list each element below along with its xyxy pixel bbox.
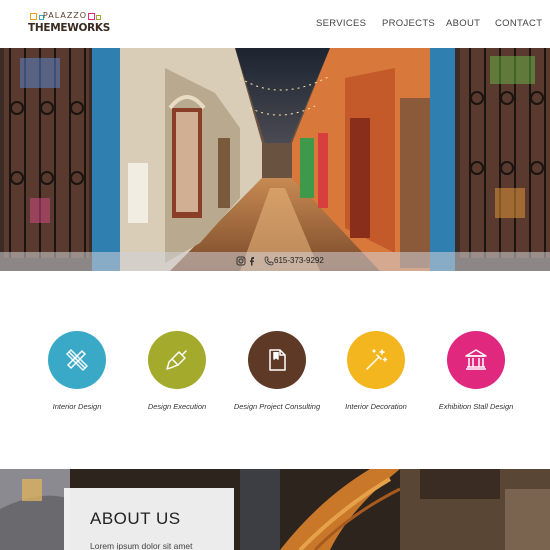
service-circle[interactable] [347, 331, 405, 389]
museum-icon [465, 349, 487, 370]
service-interior-design[interactable]: Interior Design [22, 331, 132, 421]
hero-corridor-illustration [0, 48, 550, 271]
about-text: Lorem ipsum dolor sit amet [90, 541, 193, 550]
service-circle[interactable] [48, 331, 106, 389]
logo-square-icon [88, 13, 95, 20]
site-header: PALAZZO THEMEWORKS SERVICES PROJECTS ABO… [0, 0, 550, 48]
service-circle[interactable] [148, 331, 206, 389]
service-label: Interior Design [52, 402, 102, 411]
pencil-ruler-icon [65, 348, 89, 372]
service-design-project-consulting[interactable]: Design Project Consulting [222, 331, 332, 421]
nav-contact[interactable]: CONTACT [495, 17, 542, 31]
service-circle[interactable] [447, 331, 505, 389]
service-exhibition-stall-design[interactable]: Exhibition Stall Design [421, 331, 531, 421]
service-circle[interactable] [248, 331, 306, 389]
logo-main-text: THEMEWORKS [28, 22, 111, 34]
nav-projects[interactable]: PROJECTS [382, 17, 435, 31]
facebook-icon[interactable] [249, 256, 255, 266]
service-interior-decoration[interactable]: Interior Decoration [321, 331, 431, 421]
service-design-execution[interactable]: Design Execution [122, 331, 232, 421]
nav-services[interactable]: SERVICES [316, 17, 366, 31]
service-label: Design Project Consulting [233, 402, 321, 411]
nav-about[interactable]: ABOUT [446, 17, 480, 31]
instagram-icon[interactable] [236, 256, 246, 266]
service-label: Interior Decoration [345, 402, 407, 411]
document-icon [269, 349, 286, 371]
hero-image [0, 48, 550, 271]
service-label: Design Execution [147, 402, 207, 411]
paint-brush-icon [166, 350, 187, 370]
magic-wand-icon [366, 349, 388, 370]
logo-square-icon [96, 15, 101, 20]
phone-number[interactable]: 615-373-9292 [274, 256, 324, 266]
phone-icon [264, 256, 274, 266]
service-label: Exhibition Stall Design [438, 402, 514, 411]
about-title: ABOUT US [90, 509, 181, 528]
logo[interactable]: PALAZZO THEMEWORKS [28, 11, 111, 35]
